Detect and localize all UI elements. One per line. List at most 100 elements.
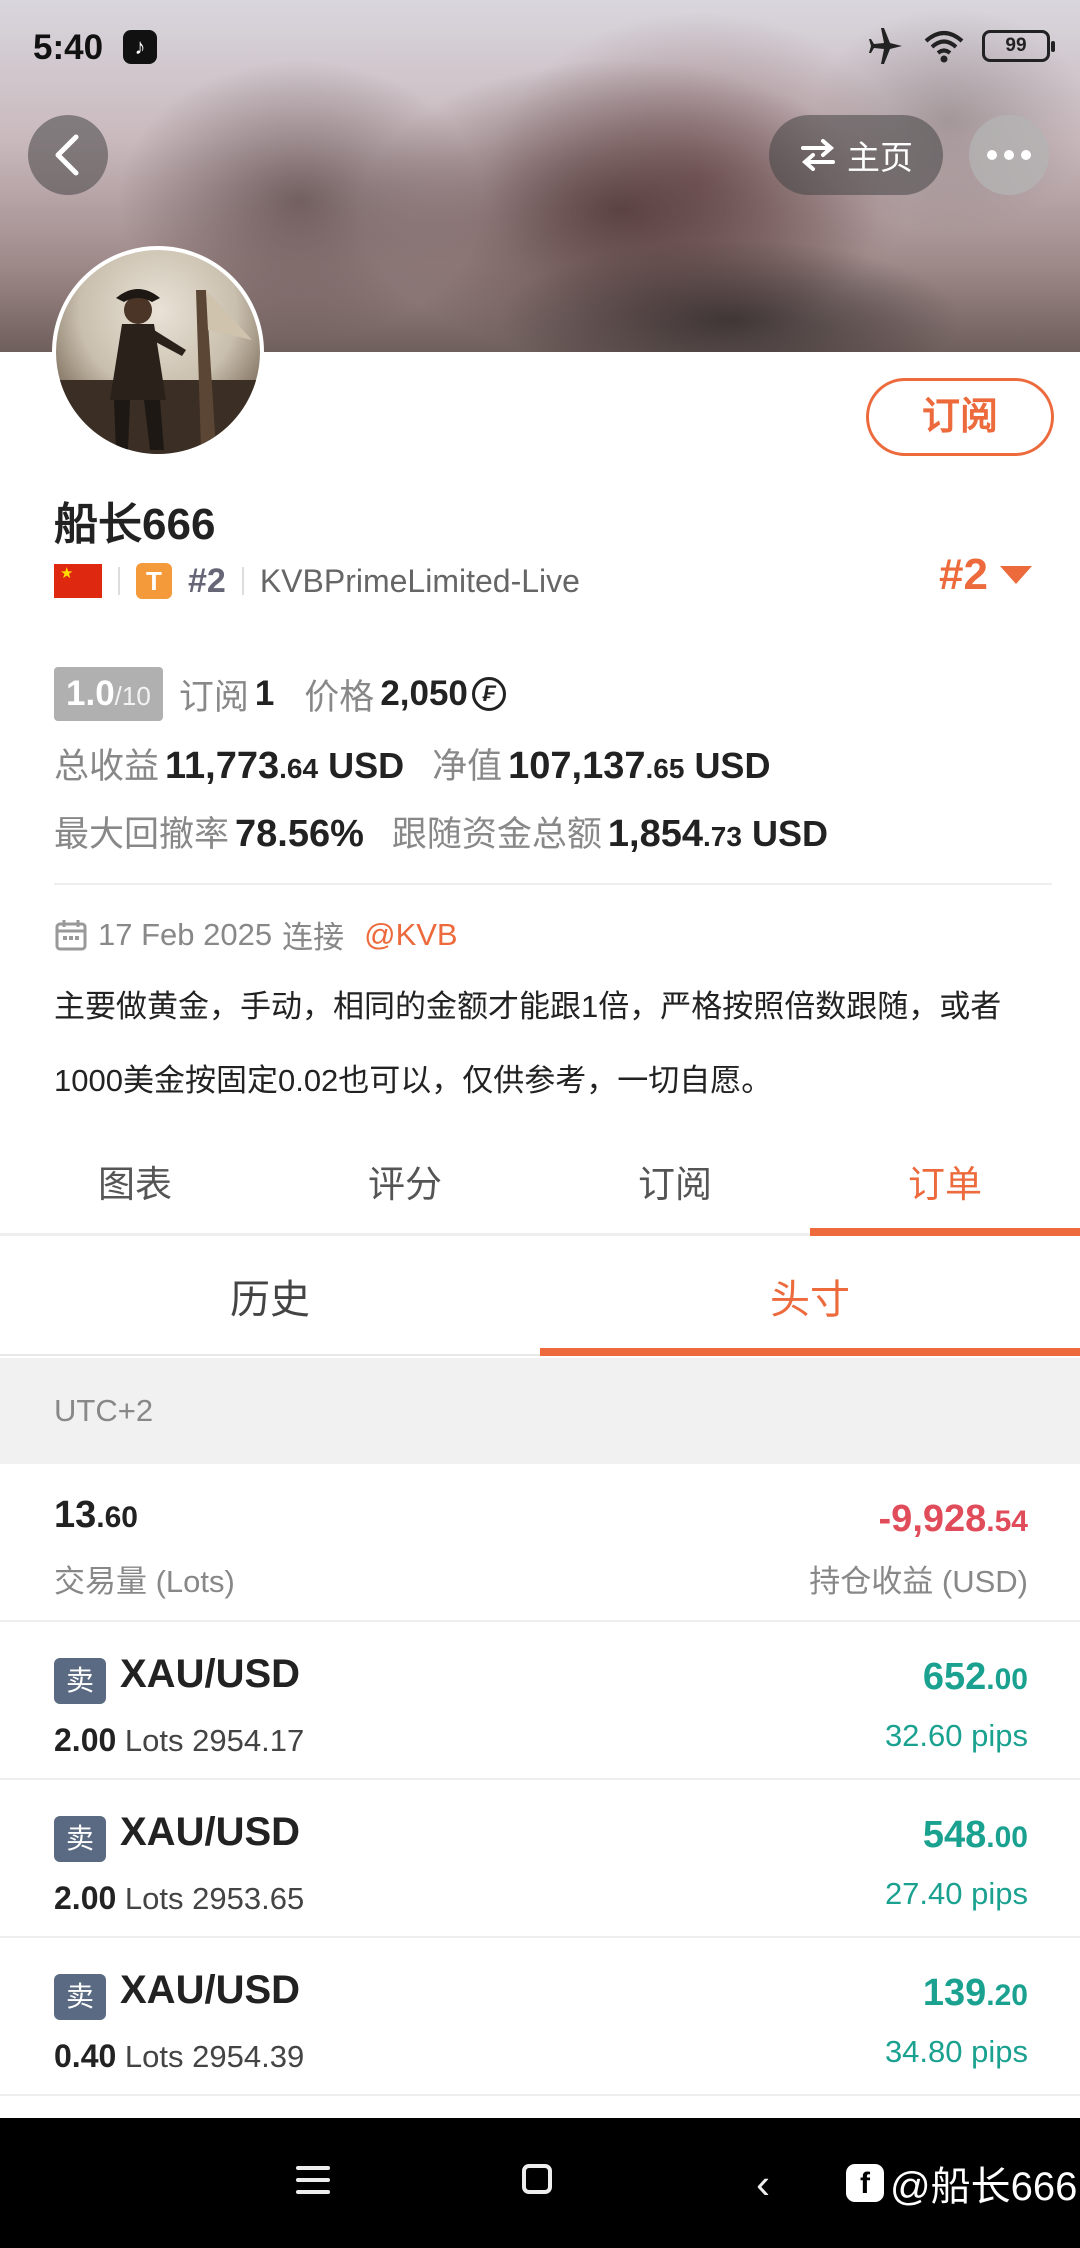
position-symbol: XAU/USD <box>120 1968 301 2012</box>
watermark-text: @船长666 <box>890 2165 1078 2209</box>
position-profit: 548.00 <box>923 1814 1028 1857</box>
subs-value: 1 <box>254 674 275 713</box>
equity-value: 107,137.65 <box>508 745 684 788</box>
recent-apps-button[interactable] <box>296 2166 330 2202</box>
tab-orders[interactable]: 订单 <box>810 1140 1080 1236</box>
total-profit-unit: USD <box>328 745 405 786</box>
profit-int: 548 <box>922 1814 987 1856</box>
pirate-figure-image <box>56 289 260 454</box>
status-bar: 5:40 ♪ 99 <box>0 0 1080 94</box>
tiktok-icon: ♪ <box>123 30 157 64</box>
dot-icon <box>987 150 997 160</box>
coin-icon: ₣ <box>471 677 506 711</box>
profit-int: 652 <box>922 1656 987 1698</box>
facebook-icon: f <box>846 2164 884 2202</box>
position-lots: 0.40 <box>54 2038 117 2074</box>
dot-icon <box>1004 150 1014 160</box>
divider <box>54 883 1052 885</box>
drawdown-value: 78.56% <box>235 813 364 855</box>
subtab-history[interactable]: 历史 <box>0 1252 540 1354</box>
home-nav-button[interactable] <box>522 2164 552 2194</box>
home-label: 主页 <box>847 139 913 176</box>
broker-server: KVBPrimeLimited-Live <box>259 562 580 599</box>
total-lots-label: 交易量 (Lots) <box>54 1564 235 1599</box>
banner-blur <box>500 240 960 352</box>
price-label: 价格 <box>304 677 375 717</box>
divider <box>118 567 120 595</box>
follow-funds-dec: .73 <box>703 821 742 852</box>
watermark: f @船长666 <box>846 2154 1077 2212</box>
battery-icon: 99 <box>982 30 1055 62</box>
lots-unit: Lots <box>124 1723 184 1758</box>
list-item[interactable]: 卖 XAU/USD 0.40 Lots 2954.39 139.20 34.80… <box>0 1938 1080 2096</box>
lots-unit: Lots <box>124 1881 184 1916</box>
position-detail: 0.40 Lots 2954.39 <box>54 2038 304 2075</box>
total-profit-dec: .64 <box>279 753 319 784</box>
position-profit: 652.00 <box>923 1656 1028 1699</box>
back-button[interactable] <box>28 115 108 195</box>
tab-chart[interactable]: 图表 <box>0 1140 270 1233</box>
home-button[interactable]: 主页 <box>769 115 943 195</box>
stats-row-3: 最大回撤率 78.56% 跟随资金总额 1,854.73 USD <box>54 806 828 857</box>
back-nav-button[interactable]: ‹ <box>756 2160 770 2208</box>
open-price: 2954.39 <box>192 2039 305 2074</box>
avatar[interactable] <box>52 246 264 458</box>
timezone-label: UTC+2 <box>0 1358 1080 1464</box>
lots-unit: Lots <box>124 2039 184 2074</box>
divider <box>241 567 244 595</box>
floating-pnl-label: 持仓收益 (USD) <box>809 1564 1028 1599</box>
list-item[interactable]: 卖 XAU/USD 2.00 Lots 2953.65 548.00 27.40… <box>0 1780 1080 1938</box>
rank-dropdown[interactable]: #2 <box>939 550 1032 600</box>
sell-badge: 卖 <box>54 1816 106 1862</box>
position-detail: 2.00 Lots 2953.65 <box>54 1880 304 1917</box>
airplane-icon <box>869 28 902 64</box>
main-tabs: 图表 评分 订阅 订单 <box>0 1140 1080 1236</box>
follow-funds-unit: USD <box>751 813 828 854</box>
profit-dec: .00 <box>986 1663 1028 1696</box>
floating-pnl: -9,928.54 <box>879 1498 1028 1541</box>
subtab-positions[interactable]: 头寸 <box>540 1252 1080 1356</box>
positions-summary: 13.60 交易量 (Lots) -9,928.54 持仓收益 (USD) <box>0 1464 1080 1622</box>
floating-pnl-dec: .54 <box>986 1505 1028 1538</box>
total-lots-dec: .60 <box>96 1501 138 1534</box>
tier-badge: T <box>136 563 172 599</box>
joined-info: 17 Feb 2025 连接 @KVB <box>54 912 458 957</box>
subscribe-button[interactable]: 订阅 <box>866 378 1054 456</box>
follow-funds-label: 跟随资金总额 <box>391 815 602 854</box>
stats-row-1: 1.0 /10 订阅 1 价格 2,050 ₣ <box>54 666 506 722</box>
more-options-button[interactable] <box>969 115 1049 195</box>
open-price: 2953.65 <box>192 1881 305 1916</box>
tab-subscription[interactable]: 订阅 <box>540 1140 810 1233</box>
price-value: 2,050 <box>380 674 468 713</box>
trader-meta: T #2 KVBPrimeLimited-Live <box>54 558 580 604</box>
equity-int: 107,137 <box>508 745 646 787</box>
list-item[interactable]: 卖 XAU/USD 2.00 Lots 2954.17 652.00 32.60… <box>0 1622 1080 1780</box>
calendar-icon <box>55 919 87 950</box>
total-lots: 13.60 <box>54 1494 138 1537</box>
position-detail: 2.00 Lots 2954.17 <box>54 1722 304 1759</box>
joined-label: 连接 <box>282 920 345 955</box>
subs-label: 订阅 <box>178 677 249 717</box>
total-lots-int: 13 <box>54 1494 97 1536</box>
status-icons: 99 <box>866 28 1055 64</box>
swap-icon <box>801 139 835 171</box>
equity-unit: USD <box>694 745 771 786</box>
position-symbol: XAU/USD <box>120 1810 301 1854</box>
trader-name: 船长666 <box>54 500 216 549</box>
profit-int: 139 <box>922 1972 987 2014</box>
profit-dec: .00 <box>986 1821 1028 1854</box>
wifi-icon <box>924 31 964 63</box>
equity-dec: .65 <box>645 753 685 784</box>
tab-rating[interactable]: 评分 <box>270 1140 540 1233</box>
total-profit-int: 11,773 <box>165 745 280 787</box>
total-profit-label: 总收益 <box>54 747 160 786</box>
sell-badge: 卖 <box>54 1658 106 1704</box>
joined-date: 17 Feb 2025 <box>98 916 273 952</box>
position-pips: 34.80 pips <box>884 2034 1028 2069</box>
system-nav-bar: ‹ f @船长666 <box>0 2118 1080 2248</box>
floating-pnl-int: -9,928 <box>878 1498 987 1540</box>
sell-badge: 卖 <box>54 1974 106 2020</box>
position-lots: 2.00 <box>54 1722 117 1758</box>
broker-link[interactable]: @KVB <box>364 917 458 953</box>
china-flag-icon <box>54 564 102 598</box>
